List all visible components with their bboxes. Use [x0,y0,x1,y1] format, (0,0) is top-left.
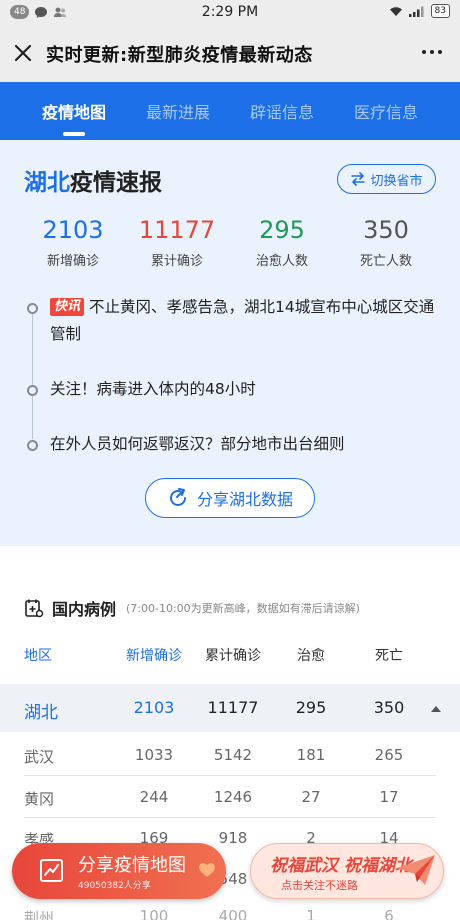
city-cured: 1 [306,907,316,920]
stat-total-confirmed: 11177 累计确诊 [122,216,232,269]
domestic-cases-header: 国内病例 (7:00-10:00为更新高峰，数据如有滞后请谅解) [24,596,360,620]
stat-cured-value: 295 [259,216,305,244]
header-cured[interactable]: 治愈 [278,645,344,665]
header-new-confirmed[interactable]: 新增确诊 [119,645,189,665]
page-title: 实时更新:新型肺炎疫情最新动态 [46,45,313,66]
close-icon[interactable] [12,42,34,64]
province-name: 湖北 [24,703,58,723]
stats-row: 2103 新增确诊 11177 累计确诊 295 治愈人数 350 死亡人数 [0,216,460,272]
switch-province-label: 切换省市 [370,173,423,189]
battery-icon: 83 [430,4,450,18]
tab-rumor-refute[interactable]: 辟谣信息 [232,99,332,123]
news-headline: 在外人员如何返鄂返汉？部分地市出台细则 [50,435,345,453]
news-item[interactable]: 在外人员如何返鄂返汉？部分地市出台细则 [24,431,444,458]
share-hubei-data-label: 分享湖北数据 [196,490,293,509]
table-row: 武汉 1033 5142 181 265 [0,746,460,777]
bless-wuhan-banner[interactable]: 祝福武汉 祝福湖北 点击关注不迷路 [250,843,444,899]
summary-title-region: 湖北 [24,170,70,196]
heart-icon [199,863,215,877]
timeline-dot [27,303,38,314]
wifi-icon [389,6,402,16]
summary-title: 湖北疫情速报 [24,163,162,197]
stat-deaths-label: 死亡人数 [359,254,412,269]
tab-latest-progress[interactable]: 最新进展 [128,99,228,123]
status-bar: 48 2:29 PM 83 [0,0,460,26]
city-name: 武汉 [24,748,55,766]
cases-table-header: 地区 新增确诊 累计确诊 治愈 死亡 [0,645,460,671]
timeline-dot [27,385,38,396]
update-peak-note: (7:00-10:00为更新高峰，数据如有滞后请谅解) [126,602,360,615]
city-cured: 181 [296,746,326,764]
city-deaths: 6 [384,907,394,920]
city-deaths: 265 [374,746,404,764]
province-cured: 295 [295,698,327,717]
news-item[interactable]: 快讯 不止黄冈、孝感告急，湖北14城宣布中心城区交通管制 [24,294,444,348]
stat-total-confirmed-value: 11177 [138,216,216,244]
case-report-icon [25,599,44,618]
header-region[interactable]: 地区 [24,645,94,665]
share-map-title: 分享疫情地图 [78,855,186,876]
share-count: 49050382人分享 [78,881,151,891]
news-headline: 不止黄冈、孝感告急，湖北14城宣布中心城区交通管制 [50,298,435,343]
switch-province-button[interactable]: 切换省市 [337,164,436,194]
header-total-confirmed[interactable]: 累计确诊 [197,645,269,665]
status-right: 83 [389,4,450,18]
header-deaths[interactable]: 死亡 [356,645,422,665]
tab-epidemic-map[interactable]: 疫情地图 [24,99,124,123]
stat-cured-label: 治愈人数 [255,254,308,269]
summary-title-rest: 疫情速报 [70,170,162,196]
news-headline: 关注！病毒进入体内的48小时 [50,380,256,398]
stat-deaths-value: 350 [363,216,409,244]
bless-title: 祝福武汉 祝福湖北 [270,856,412,876]
city-total-confirmed: 400 [218,907,248,920]
news-item-text: 快讯 不止黄冈、孝感告急，湖北14城宣布中心城区交通管制 [50,294,444,348]
news-item[interactable]: 关注！病毒进入体内的48小时 [24,376,444,403]
more-options-icon[interactable] [422,50,442,54]
trend-chart-icon [40,859,63,882]
stat-deaths: 350 死亡人数 [331,216,441,269]
stat-new-confirmed: 2103 新增确诊 [18,216,128,269]
swap-arrows-icon [351,172,366,186]
city-new-confirmed: 244 [139,788,169,806]
active-tab-indicator [63,132,85,136]
city-deaths: 17 [379,788,399,806]
province-new-confirmed: 2103 [133,698,175,717]
news-timeline: 快讯 不止黄冈、孝感告急，湖北14城宣布中心城区交通管制 关注！病毒进入体内的48… [24,290,444,465]
row-divider [24,775,436,776]
flash-news-badge: 快讯 [50,298,85,316]
stat-new-confirmed-label: 新增确诊 [46,254,99,269]
province-deaths: 350 [373,698,405,717]
city-total-confirmed: 5142 [213,746,253,764]
stat-total-confirmed-label: 累计确诊 [150,254,203,269]
share-refresh-icon [169,488,186,506]
signal-icon [408,6,424,17]
stat-cured: 295 治愈人数 [227,216,337,269]
city-cured: 27 [301,788,321,806]
province-row-hubei[interactable]: 湖北 2103 11177 295 350 [0,684,460,732]
bless-subtitle: 点击关注不迷路 [281,879,358,892]
city-name: 荆州 [24,909,55,920]
table-row: 荆州 100 400 1 6 [0,907,460,920]
hubei-summary-panel: 湖北疫情速报 切换省市 2103 新增确诊 11177 累计确诊 295 治愈人… [0,140,460,546]
share-hubei-data-button[interactable]: 分享湖北数据 [145,478,315,518]
city-name: 黄冈 [24,790,55,808]
paper-plane-icon [397,855,435,885]
table-row: 黄冈 244 1246 27 17 [0,788,460,819]
city-new-confirmed: 1033 [134,746,174,764]
title-bar: 实时更新:新型肺炎疫情最新动态 [0,26,460,82]
tab-bar: 疫情地图 最新进展 辟谣信息 医疗信息 [0,82,460,140]
province-total-confirmed: 11177 [207,698,259,717]
city-new-confirmed: 100 [139,907,169,920]
domestic-cases-title: 国内病例 [52,600,117,619]
timeline-dot [27,440,38,451]
stat-new-confirmed-value: 2103 [42,216,104,244]
collapse-caret-icon[interactable] [431,706,441,712]
share-epidemic-map-button[interactable]: 分享疫情地图 49050382人分享 [12,843,226,899]
tab-medical-info[interactable]: 医疗信息 [336,99,436,123]
row-divider [24,817,436,818]
city-total-confirmed: 1246 [213,788,253,806]
